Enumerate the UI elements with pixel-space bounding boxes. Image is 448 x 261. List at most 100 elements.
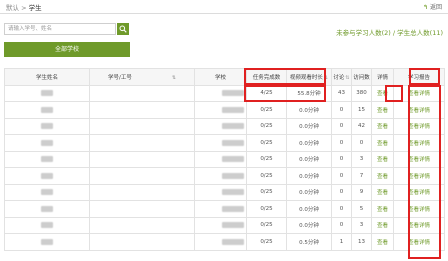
- all-school-button[interactable]: 全部学校: [4, 42, 130, 57]
- cell-detail[interactable]: 查看: [371, 117, 394, 135]
- col-header-visits-label: 访问数: [353, 74, 370, 81]
- cell-detail[interactable]: 查看: [371, 84, 394, 102]
- cell-tasks-value: 0/25: [260, 205, 273, 212]
- cell-report[interactable]: 查看详情: [393, 150, 445, 168]
- redacted-name: [41, 106, 53, 113]
- cell-video-value: 0.0分钟: [299, 157, 319, 164]
- cell-video-value: 0.0分钟: [299, 173, 319, 180]
- cell-id: [89, 150, 195, 168]
- view-detail-link[interactable]: 查看: [377, 108, 388, 114]
- view-report-link[interactable]: 查看详情: [408, 190, 430, 196]
- col-header-id[interactable]: 学号/工号 ⇅: [89, 68, 195, 86]
- cell-detail[interactable]: 查看: [371, 183, 394, 201]
- view-report-link[interactable]: 查看详情: [408, 240, 430, 246]
- cell-discuss-value: 1: [339, 238, 344, 245]
- cell-report[interactable]: 查看详情: [393, 216, 445, 234]
- sort-icon[interactable]: ⇅: [172, 75, 176, 81]
- cell-tasks-value: 0/25: [260, 222, 273, 229]
- view-report-link[interactable]: 查看详情: [408, 91, 430, 97]
- view-detail-link[interactable]: 查看: [377, 157, 388, 163]
- col-header-visits[interactable]: 访问数: [351, 68, 372, 86]
- cell-report[interactable]: 查看详情: [393, 167, 445, 185]
- sort-icon[interactable]: ⇅: [345, 75, 349, 81]
- cell-visits-value: 3: [359, 156, 364, 163]
- view-report-link[interactable]: 查看详情: [408, 124, 430, 130]
- view-report-link[interactable]: 查看详情: [408, 223, 430, 229]
- cell-detail[interactable]: 查看: [371, 150, 394, 168]
- cell-name: [4, 200, 90, 218]
- cell-detail[interactable]: 查看: [371, 233, 394, 251]
- view-detail-link[interactable]: 查看: [377, 91, 388, 97]
- cell-detail[interactable]: 查看: [371, 216, 394, 234]
- cell-name: [4, 84, 90, 102]
- cell-discuss: 0: [331, 134, 352, 152]
- view-detail-link[interactable]: 查看: [377, 223, 388, 229]
- search-input[interactable]: [4, 23, 116, 35]
- cell-report[interactable]: 查看详情: [393, 200, 445, 218]
- view-report-link[interactable]: 查看详情: [408, 108, 430, 114]
- view-detail-link[interactable]: 查看: [377, 124, 388, 130]
- view-report-link[interactable]: 查看详情: [408, 157, 430, 163]
- cell-detail[interactable]: 查看: [371, 200, 394, 218]
- redacted-school: [222, 238, 244, 245]
- view-report-link[interactable]: 查看详情: [408, 174, 430, 180]
- view-detail-link[interactable]: 查看: [377, 207, 388, 213]
- participation-summary: 未参与学习人数(2) / 学生总人数(11): [336, 29, 443, 37]
- cell-tasks-value: 4/25: [260, 90, 273, 97]
- redacted-name: [41, 222, 53, 228]
- cell-discuss: 0: [331, 216, 352, 234]
- view-detail-link[interactable]: 查看: [377, 240, 388, 246]
- cell-video: 55.8分钟: [286, 84, 332, 102]
- student-table: 学生姓名 学号/工号 ⇅ 学校 任务完成数 视频观看时长⇅ 讨论⇅ 访问数 详情 …: [4, 68, 445, 251]
- redacted-school: [222, 205, 244, 212]
- back-button[interactable]: ↰ 返回: [423, 2, 442, 11]
- view-report-link[interactable]: 查看详情: [408, 141, 430, 147]
- cell-name: [4, 150, 90, 168]
- view-detail-link[interactable]: 查看: [377, 190, 388, 196]
- cell-id: [89, 216, 195, 234]
- view-report-link[interactable]: 查看详情: [408, 207, 430, 213]
- cell-detail[interactable]: 查看: [371, 101, 394, 119]
- cell-report[interactable]: 查看详情: [393, 233, 445, 251]
- cell-report[interactable]: 查看详情: [393, 84, 445, 102]
- cell-school: [194, 101, 247, 119]
- breadcrumb-parent[interactable]: 默认: [6, 4, 19, 12]
- view-detail-link[interactable]: 查看: [377, 174, 388, 180]
- cell-id: [89, 200, 195, 218]
- cell-report[interactable]: 查看详情: [393, 117, 445, 135]
- cell-school: [194, 183, 247, 201]
- cell-video-value: 0.0分钟: [299, 206, 319, 213]
- view-detail-link[interactable]: 查看: [377, 141, 388, 147]
- cell-detail[interactable]: 查看: [371, 167, 394, 185]
- cell-video-value: 0.0分钟: [299, 190, 319, 197]
- back-arrow-icon: ↰: [422, 4, 428, 11]
- breadcrumb-current: 学生: [28, 4, 42, 12]
- cell-school: [194, 233, 247, 251]
- cell-tasks-value: 0/25: [260, 189, 273, 196]
- cell-tasks-value: 0/25: [260, 139, 273, 146]
- col-header-discuss[interactable]: 讨论⇅: [331, 68, 352, 86]
- cell-report[interactable]: 查看详情: [393, 134, 445, 152]
- sort-icon[interactable]: ⇅: [324, 75, 328, 81]
- cell-discuss: 43: [331, 84, 352, 102]
- cell-video: 0.0分钟: [286, 101, 332, 119]
- cell-tasks: 4/25: [246, 84, 287, 102]
- cell-school: [194, 167, 247, 185]
- redacted-name: [41, 189, 53, 195]
- cell-report[interactable]: 查看详情: [393, 183, 445, 201]
- cell-video: 0.0分钟: [286, 183, 332, 201]
- cell-tasks-value: 0/25: [260, 172, 273, 179]
- cell-discuss-value: 0: [339, 139, 344, 146]
- cell-discuss-value: 0: [339, 205, 344, 212]
- cell-detail[interactable]: 查看: [371, 134, 394, 152]
- redacted-name: [41, 156, 53, 162]
- cell-school: [194, 117, 247, 135]
- cell-visits-value: 9: [359, 189, 364, 196]
- header-divider: [0, 13, 448, 14]
- redacted-school: [222, 222, 244, 228]
- cell-video: 0.0分钟: [286, 150, 332, 168]
- col-header-video[interactable]: 视频观看时长⇅: [286, 68, 332, 86]
- cell-report[interactable]: 查看详情: [393, 101, 445, 119]
- search-button[interactable]: [117, 23, 129, 35]
- cell-discuss-value: 0: [339, 189, 344, 196]
